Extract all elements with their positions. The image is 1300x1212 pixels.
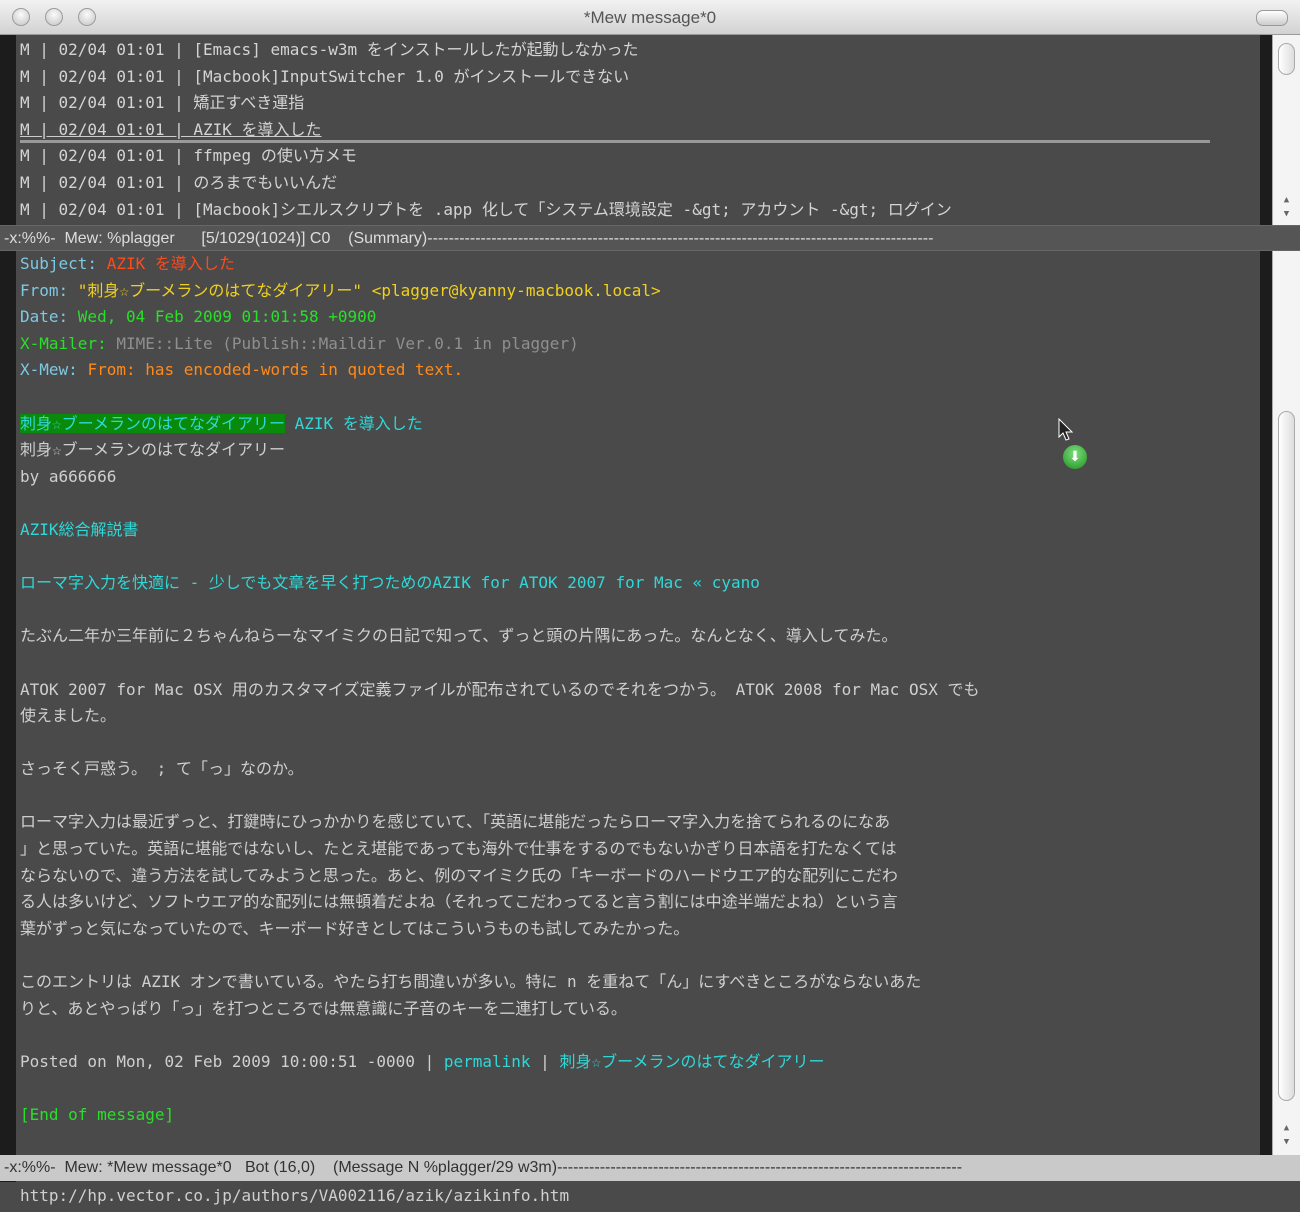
message-line: Posted on Mon, 02 Feb 2009 10:00:51 -000… (16, 1049, 1260, 1076)
message-line: 使えました。 (16, 703, 1260, 730)
message-line: たぶん二年か三年前に２ちゃんねらーなマイミクの日記で知って、ずっと頭の片隅にあっ… (16, 623, 1260, 650)
message-line: [End of message] (16, 1102, 1260, 1129)
summary-row[interactable]: M | 02/04 01:01 | のろまでもいいんだ (16, 170, 1260, 197)
message-line: From: "刺身☆ブーメランのはてなダイアリー" <plagger@kyann… (16, 278, 1260, 305)
mouse-pointer-icon (1058, 418, 1074, 441)
window-title: *Mew message*0 (583, 8, 717, 27)
download-badge-icon: ⬇ (1063, 445, 1087, 469)
message-pane[interactable]: Subject: AZIK を導入した From: "刺身☆ブーメランのはてなダイ… (16, 251, 1260, 1155)
message-text: ならないので、違う方法を試してみようと思った。あと、例のマイミク氏の「キーボード… (20, 865, 898, 885)
message-text: 使えました。 (20, 706, 117, 726)
title-bar: *Mew message*0 (0, 0, 1300, 35)
message-line: りと、あとやっぱり「っ」を打つところでは無意識に子音のキーを二連打している。 (16, 996, 1260, 1023)
message-link[interactable]: AZIK総合解説書 (20, 520, 139, 539)
message-text: From: has encoded-words in quoted text. (87, 360, 464, 380)
message-text: "刺身☆ブーメランのはてなダイアリー" <plagger@kyanny-macb… (77, 280, 661, 300)
scroll-down-arrow-icon[interactable]: ▼ (1273, 1137, 1300, 1147)
message-line: ローマ字入力を快適に - 少しでも文章を早く打つためのAZIK for ATOK… (16, 570, 1260, 597)
toolbar-toggle-button[interactable] (1256, 10, 1288, 26)
message-scrollbar[interactable]: ▲ ▼ (1272, 251, 1300, 1155)
message-line: X-Mailer: MIME::Lite (Publish::Maildir V… (16, 331, 1260, 358)
message-text: さっそく戸惑う。 ; て「っ」なのか。 (20, 759, 304, 779)
message-text: Subject: (20, 254, 107, 273)
message-line: Subject: AZIK を導入した (16, 251, 1260, 278)
message-line: ならないので、違う方法を試してみようと思った。あと、例のマイミク氏の「キーボード… (16, 863, 1260, 890)
message-text: 葉がずっと気になっていたので、キーボード好きとしてはこういうものも試してみたかっ… (20, 918, 690, 938)
message-scroll-thumb[interactable] (1278, 411, 1295, 1101)
message-text: たぶん二年か三年前に２ちゃんねらーなマイミクの日記で知って、ずっと頭の片隅にあっ… (20, 626, 898, 646)
message-text: このエントリは AZIK オンで書いている。やたら打ち間違いが多い。特に n を… (20, 972, 922, 992)
message-line: ローマ字入力は最近ずっと、打鍵時にひっかかりを感じていて、「英語に堪能だったらロ… (16, 809, 1260, 836)
summary-scrollbar[interactable]: ▲ ▼ (1272, 35, 1300, 225)
message-text: 刺身☆ブーメランのはてなダイアリー (20, 413, 285, 433)
message-link[interactable]: AZIK を導入した (285, 414, 423, 433)
message-text: ローマ字入力は最近ずっと、打鍵時にひっかかりを感じていて、「英語に堪能だったらロ… (20, 812, 891, 832)
message-text: 」と思っていた。英語に堪能ではないし、たとえ堪能であっても海外で仕事をするのでも… (20, 839, 897, 859)
fringe-right (1260, 35, 1272, 225)
scroll-up-arrow-icon[interactable]: ▲ (1273, 195, 1300, 205)
scroll-down-arrow-icon[interactable]: ▼ (1273, 209, 1300, 219)
message-line: AZIK総合解説書 (16, 517, 1260, 544)
message-text: る人は多いけど、ソフトウエア的な配列には無頓着だよね（それってこだわってると言う… (20, 892, 898, 912)
left-fringe (0, 35, 16, 1182)
message-text: Date: (20, 307, 78, 327)
message-line: Date: Wed, 04 Feb 2009 01:01:58 +0900 (16, 304, 1260, 331)
message-text: by a666666 (20, 466, 117, 486)
message-text: X-Mailer: (20, 333, 117, 353)
summary-row[interactable]: M | 02/04 01:01 | [Emacs] emacs-w3m をインス… (16, 37, 1260, 64)
message-link[interactable]: ローマ字入力を快適に - 少しでも文章を早く打つためのAZIK for ATOK… (20, 573, 760, 592)
message-line: さっそく戸惑う。 ; て「っ」なのか。 (16, 756, 1260, 783)
message-modeline: -x:%%- Mew: *Mew message*0 Bot (16,0) (M… (0, 1155, 1300, 1181)
summary-modeline: -x:%%- Mew: %plagger [5/1029(1024)] C0 (… (0, 225, 1300, 251)
message-line: る人は多いけど、ソフトウエア的な配列には無頓着だよね（それってこだわってると言う… (16, 889, 1260, 916)
summary-row[interactable]: M | 02/04 01:01 | ffmpeg の使い方メモ (16, 143, 1260, 170)
message-line: 」と思っていた。英語に堪能ではないし、たとえ堪能であっても海外で仕事をするのでも… (16, 836, 1260, 863)
message-line: 葉がずっと気になっていたので、キーボード好きとしてはこういうものも試してみたかっ… (16, 916, 1260, 943)
fringe-right-message (1260, 251, 1272, 1155)
message-line: このエントリは AZIK オンで書いている。やたら打ち間違いが多い。特に n を… (16, 969, 1260, 996)
summary-row[interactable]: M | 02/04 01:01 | [Macbook]シエルスクリプトを .ap… (16, 197, 1260, 224)
message-link[interactable]: permalink (444, 1052, 531, 1071)
message-link[interactable]: 刺身☆ブーメランのはてなダイアリー (559, 1052, 824, 1071)
summary-row[interactable]: M | 02/04 01:01 | [Macbook]InputSwitcher… (16, 64, 1260, 91)
message-text: 刺身☆ブーメランのはてなダイアリー (20, 440, 285, 460)
message-text: Posted on Mon, 02 Feb 2009 10:00:51 -000… (20, 1051, 444, 1071)
current-row-separator (20, 140, 1210, 143)
scroll-up-arrow-icon[interactable]: ▲ (1273, 1123, 1300, 1133)
message-text: [End of message] (20, 1105, 175, 1124)
message-text: AZIK を導入した (106, 254, 235, 273)
minibuffer[interactable]: http://hp.vector.co.jp/authors/VA002116/… (16, 1182, 1260, 1212)
summary-pane[interactable]: M | 02/04 01:01 | [Emacs] emacs-w3m をインス… (16, 37, 1260, 225)
message-text: X-Mew: (20, 360, 88, 380)
message-text: りと、あとやっぱり「っ」を打つところでは無意識に子音のキーを二連打している。 (20, 998, 627, 1018)
summary-row[interactable]: M | 02/04 01:01 | 矯正すべき運指 (16, 90, 1260, 117)
message-line: X-Mew: From: has encoded-words in quoted… (16, 357, 1260, 384)
message-text: MIME::Lite (Publish::Maildir Ver.0.1 in … (116, 333, 579, 353)
summary-scroll-thumb[interactable] (1278, 43, 1295, 75)
message-text: | (530, 1051, 560, 1071)
message-line: ATOK 2007 for Mac OSX 用のカスタマイズ定義ファイルが配布さ… (16, 677, 1260, 704)
message-text: ATOK 2007 for Mac OSX 用のカスタマイズ定義ファイルが配布さ… (20, 679, 980, 699)
message-text: From: (20, 280, 78, 300)
message-text: Wed, 04 Feb 2009 01:01:58 +0900 (77, 307, 377, 327)
